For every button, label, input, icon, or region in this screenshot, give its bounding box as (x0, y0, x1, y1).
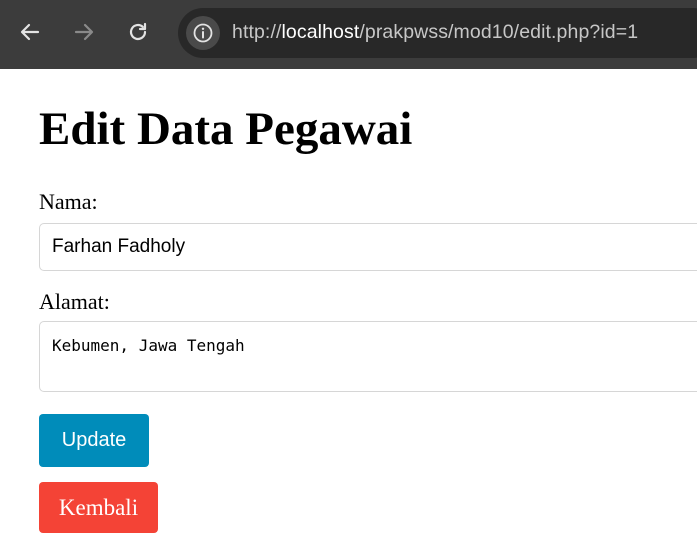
alamat-textarea[interactable]: Kebumen, Jawa Tengah (39, 321, 697, 392)
address-bar[interactable]: http://localhost/prakpwss/mod10/edit.php… (178, 8, 697, 58)
back-button[interactable] (14, 16, 46, 48)
url-prefix: http:// (232, 21, 282, 43)
url-host: localhost (281, 21, 360, 43)
arrow-left-icon (20, 23, 40, 41)
info-icon (193, 23, 213, 43)
nama-input[interactable] (39, 223, 697, 271)
reload-button[interactable] (122, 16, 154, 48)
reload-icon (129, 22, 147, 41)
url-text[interactable]: http://localhost/prakpwss/mod10/edit.php… (232, 21, 638, 44)
page-title: Edit Data Pegawai (39, 103, 413, 155)
kembali-button[interactable]: Kembali (39, 482, 158, 533)
alamat-label: Alamat: (39, 289, 110, 314)
update-button[interactable]: Update (39, 414, 149, 467)
nama-label: Nama: (39, 189, 98, 214)
arrow-right-icon (74, 23, 94, 41)
site-info-button[interactable] (186, 16, 220, 50)
browser-toolbar: http://localhost/prakpwss/mod10/edit.php… (0, 0, 697, 69)
forward-button[interactable] (68, 16, 100, 48)
url-path: /prakpwss/mod10/edit.php?id=1 (359, 21, 639, 43)
